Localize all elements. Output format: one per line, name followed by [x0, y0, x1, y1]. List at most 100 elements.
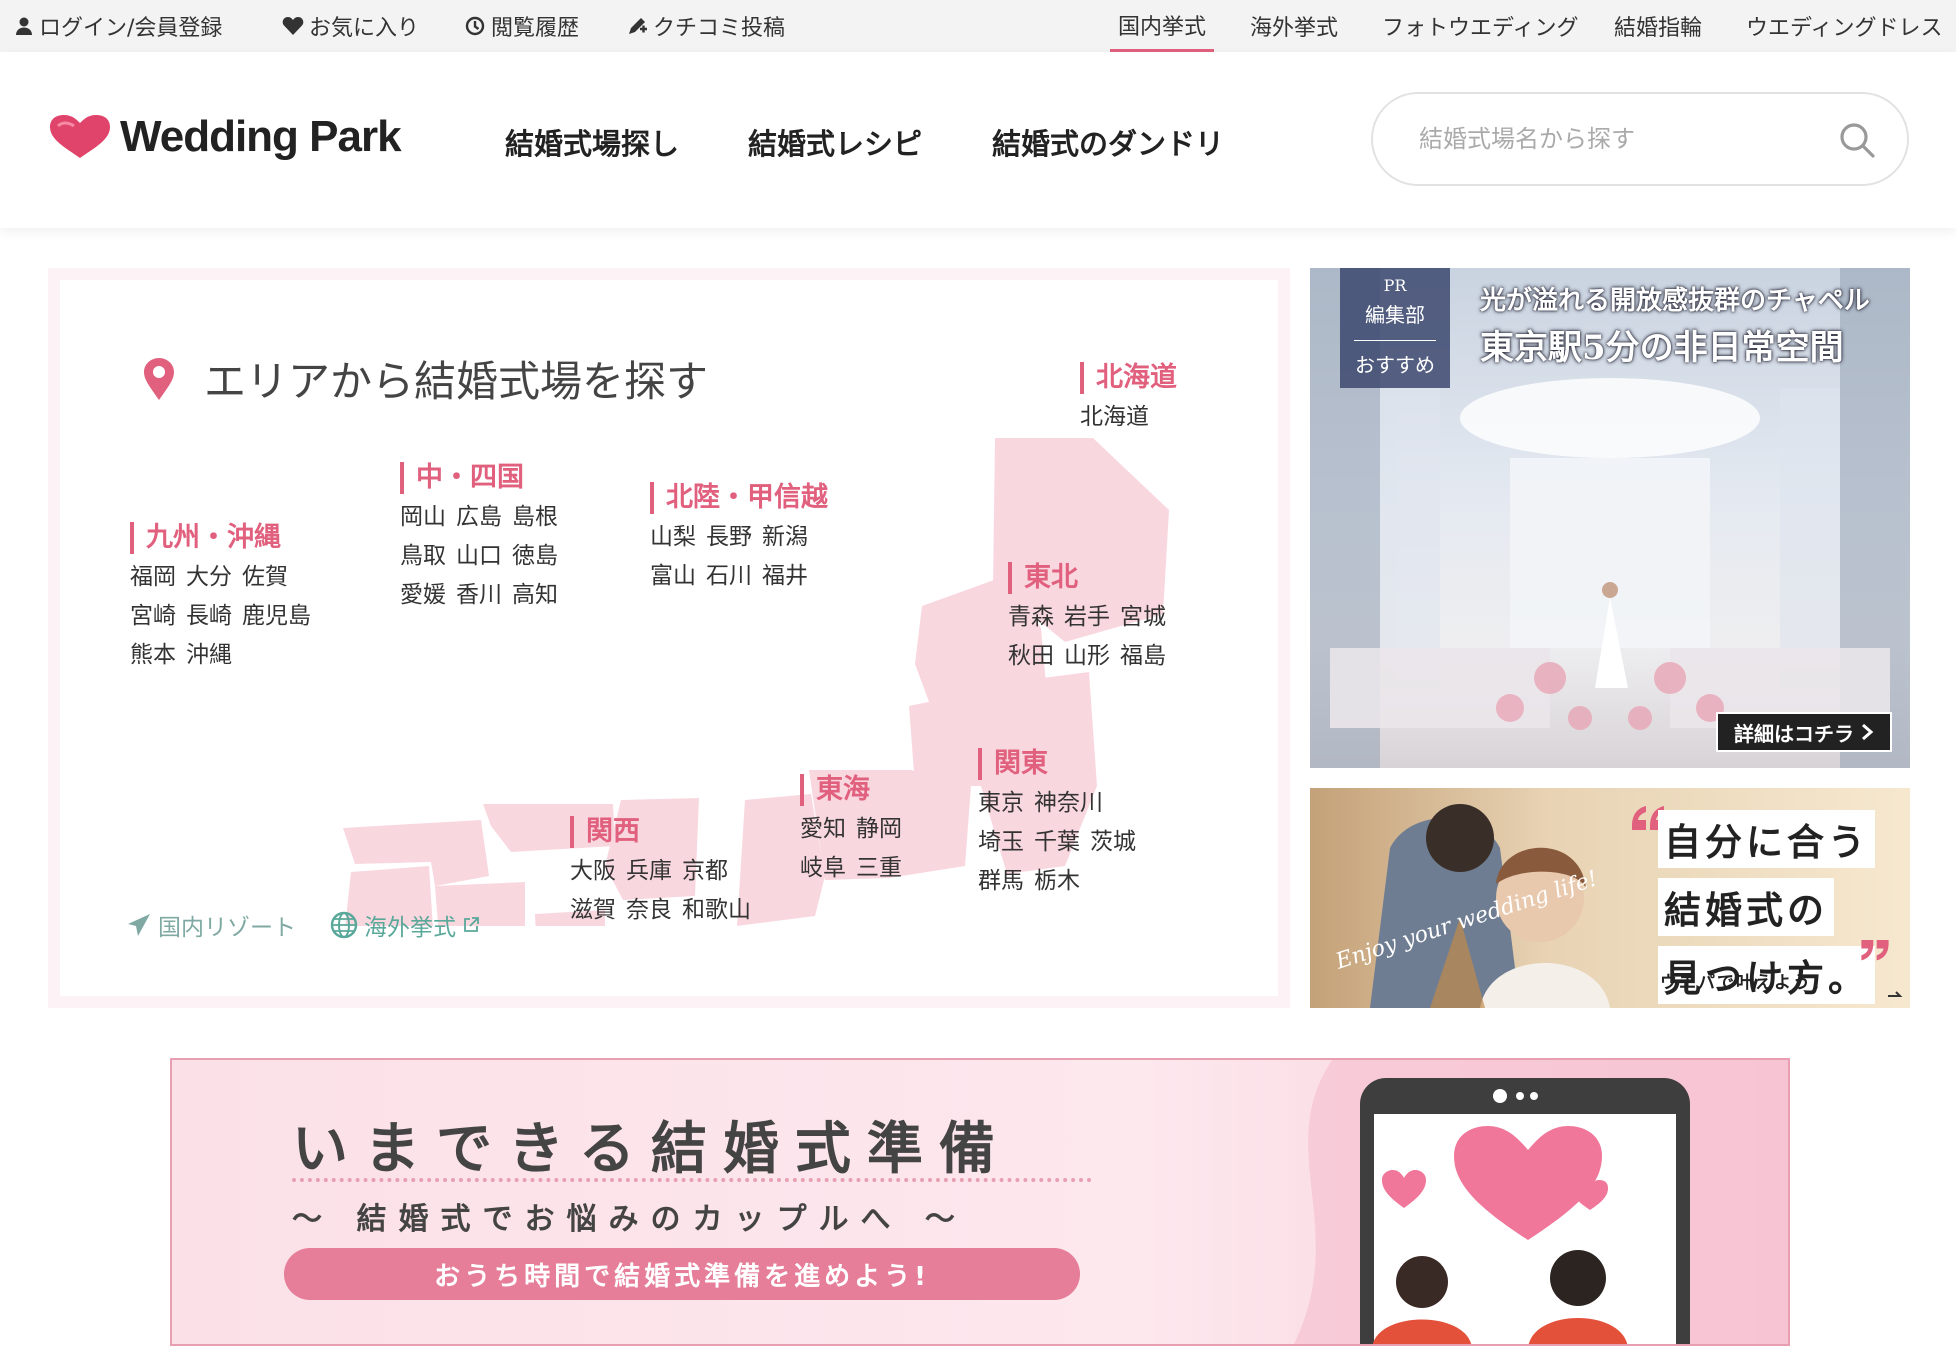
pref-link[interactable]: 茨城: [1090, 829, 1136, 855]
airplane-icon: [128, 914, 150, 936]
tab-domestic-wedding[interactable]: 国内挙式: [1110, 0, 1215, 52]
pref-link[interactable]: 広島: [456, 504, 502, 530]
pref-row: 岡山 広島 島根: [400, 502, 568, 533]
pref-link[interactable]: 鳥取: [400, 543, 446, 569]
region-hokuriku-koshinetsu: 北陸・甲信越 山梨 長野 新潟 富山 石川 福井: [650, 482, 828, 592]
tab-wedding-dress[interactable]: ウエディングドレス: [1746, 0, 1942, 52]
region-name-kyushu-okinawa[interactable]: 九州・沖縄: [130, 522, 321, 554]
pref-link[interactable]: 徳島: [512, 543, 558, 569]
pref-link[interactable]: 京都: [682, 858, 728, 884]
pref-link[interactable]: 山梨: [650, 524, 696, 550]
pref-link[interactable]: 愛媛: [400, 582, 446, 608]
pr-chapel-banner[interactable]: PR 編集部 おすすめ 光が溢れる開放感抜群のチャペル 東京駅5分の非日常空間 …: [1310, 268, 1910, 768]
pref-link[interactable]: 愛知: [800, 816, 846, 842]
pref-link[interactable]: 香川: [456, 582, 502, 608]
pref-link[interactable]: 高知: [512, 582, 558, 608]
search-icon[interactable]: [1838, 121, 1876, 159]
pref-link[interactable]: 大阪: [570, 858, 616, 884]
tab-overseas-wedding[interactable]: 海外挙式: [1250, 0, 1338, 52]
history-link[interactable]: 閲覧履歴: [464, 0, 579, 52]
pref-link[interactable]: 奈良: [626, 897, 672, 923]
nav-wedding-schedule[interactable]: 結婚式のダンドリ: [992, 112, 1224, 172]
pref-link[interactable]: 和歌山: [682, 897, 751, 923]
pr-title: 東京駅5分の非日常空間: [1480, 328, 1844, 368]
pref-link[interactable]: 新潟: [762, 524, 808, 550]
overseas-wedding-link[interactable]: 海外挙式: [330, 908, 486, 942]
pref-link[interactable]: 三重: [856, 855, 902, 881]
pref-link[interactable]: 東京: [978, 790, 1024, 816]
corner-arrow-icon: [1888, 991, 1903, 997]
pref-row: 富山 石川 福井: [650, 561, 828, 592]
region-name-chugoku-shikoku[interactable]: 中・四国: [400, 462, 568, 494]
pref-link[interactable]: 北海道: [1080, 404, 1149, 430]
nav-wedding-recipe[interactable]: 結婚式レシピ: [748, 112, 922, 172]
pref-link[interactable]: 福島: [1120, 643, 1166, 669]
login-label: ログイン/会員登録: [39, 16, 223, 41]
domestic-resort-link[interactable]: 国内リゾート: [126, 908, 296, 942]
pref-link[interactable]: 岐阜: [800, 855, 846, 881]
region-hokkaido: 北海道 北海道: [1080, 362, 1177, 433]
tab-wedding-rings[interactable]: 結婚指輪: [1614, 0, 1702, 52]
login-link[interactable]: ログイン/会員登録: [14, 0, 222, 52]
pen-icon: [629, 18, 647, 34]
pref-link[interactable]: 宮崎: [130, 603, 176, 629]
pref-link[interactable]: 栃木: [1034, 868, 1080, 894]
pref-link[interactable]: 千葉: [1034, 829, 1080, 855]
pr-recommend-label: おすすめ: [1354, 340, 1436, 378]
nav-venue-search[interactable]: 結婚式場探し: [505, 112, 679, 172]
pref-link[interactable]: 静岡: [856, 816, 902, 842]
pr-subtitle: 光が溢れる開放感抜群のチャペル: [1480, 286, 1870, 316]
pref-row: 秋田 山形 福島: [1008, 641, 1176, 672]
region-name-kansai[interactable]: 関西: [570, 816, 761, 848]
pref-link[interactable]: 群馬: [978, 868, 1024, 894]
find-wedding-banner[interactable]: Enjoy your wedding life! 自分に合う 結婚式の 見つけ方…: [1310, 788, 1910, 1008]
pref-link[interactable]: 鹿児島: [242, 603, 311, 629]
pref-link[interactable]: 石川: [706, 563, 752, 589]
area-title: エリアから結婚式場を探す: [142, 348, 708, 409]
pref-link[interactable]: 埼玉: [978, 829, 1024, 855]
pref-link[interactable]: 岩手: [1064, 604, 1110, 630]
review-post-link[interactable]: クチコミ投稿: [626, 0, 785, 52]
tab-photo-wedding[interactable]: フォトウエディング: [1382, 0, 1578, 52]
pref-link[interactable]: 山口: [456, 543, 502, 569]
pref-link[interactable]: 長崎: [186, 603, 232, 629]
pref-link[interactable]: 福岡: [130, 564, 176, 590]
pref-link[interactable]: 神奈川: [1034, 790, 1103, 816]
region-chugoku-shikoku: 中・四国 岡山 広島 島根 鳥取 山口 徳島 愛媛 香川 高知: [400, 462, 568, 611]
pref-link[interactable]: 沖縄: [186, 642, 232, 668]
site-logo[interactable]: Wedding Park: [48, 112, 402, 162]
pr-badge: PR 編集部 おすすめ: [1340, 268, 1450, 388]
pref-link[interactable]: 熊本: [130, 642, 176, 668]
venue-search-input[interactable]: [1419, 120, 1819, 158]
pref-link[interactable]: 島根: [512, 504, 558, 530]
region-name-hokuriku[interactable]: 北陸・甲信越: [650, 482, 828, 514]
pref-row: 北海道: [1080, 402, 1177, 433]
pref-link[interactable]: 兵庫: [626, 858, 672, 884]
pref-link[interactable]: 富山: [650, 563, 696, 589]
pref-link[interactable]: 山形: [1064, 643, 1110, 669]
pref-row: 大阪 兵庫 京都: [570, 856, 761, 887]
tab-rings-label: 結婚指輪: [1614, 16, 1703, 41]
pref-link[interactable]: 長野: [706, 524, 752, 550]
pref-row: 熊本 沖縄: [130, 640, 321, 671]
region-name-tohoku[interactable]: 東北: [1008, 562, 1176, 594]
region-name-hokkaido[interactable]: 北海道: [1080, 362, 1177, 394]
pref-link[interactable]: 青森: [1008, 604, 1054, 630]
pr-detail-button[interactable]: 詳細はコチラ: [1716, 712, 1892, 752]
pref-link[interactable]: 宮城: [1120, 604, 1166, 630]
tab-dress-label: ウエディングドレス: [1746, 16, 1943, 41]
wedding-prep-banner[interactable]: いまできる結婚式準備 〜 結婚式でお悩みのカップルへ 〜 おうち時間で結婚式準備…: [170, 1058, 1790, 1346]
region-kansai: 関西 大阪 兵庫 京都 滋賀 奈良 和歌山: [570, 816, 761, 926]
pref-link[interactable]: 岡山: [400, 504, 446, 530]
region-name-tokai[interactable]: 東海: [800, 774, 912, 806]
site-header: Wedding Park 結婚式場探し 結婚式レシピ 結婚式のダンドリ: [0, 52, 1956, 228]
pref-link[interactable]: 大分: [186, 564, 232, 590]
review-post-label: クチコミ投稿: [653, 16, 786, 41]
pref-link[interactable]: 秋田: [1008, 643, 1054, 669]
pref-link[interactable]: 福井: [762, 563, 808, 589]
pref-link[interactable]: 滋賀: [570, 897, 616, 923]
region-name-kanto[interactable]: 関東: [978, 748, 1146, 780]
favorites-link[interactable]: お気に入り: [282, 0, 419, 52]
prep-subtitle: 〜 結婚式でお悩みのカップルへ 〜: [292, 1202, 967, 1237]
pref-link[interactable]: 佐賀: [242, 564, 288, 590]
